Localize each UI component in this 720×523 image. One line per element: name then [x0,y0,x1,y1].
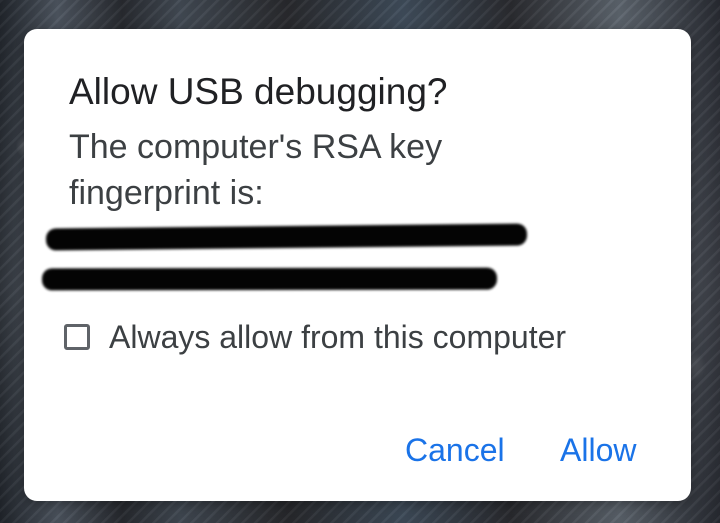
usb-debugging-dialog: Allow USB debugging? The computer's RSA … [24,29,691,501]
cancel-button[interactable]: Cancel [401,428,509,472]
allow-button[interactable]: Allow [556,428,640,472]
redacted-fingerprint-line-1 [45,223,528,251]
redacted-fingerprint-line-2 [41,267,498,291]
dialog-message-line-1: The computer's RSA key [69,128,443,166]
always-allow-checkbox[interactable] [64,323,90,350]
dialog-title: Allow USB debugging? [69,71,448,112]
always-allow-label: Always allow from this computer [109,318,567,355]
dialog-message-line-2: fingerprint is: [69,174,264,212]
always-allow-checkbox-row[interactable]: Always allow from this computer [64,314,566,359]
